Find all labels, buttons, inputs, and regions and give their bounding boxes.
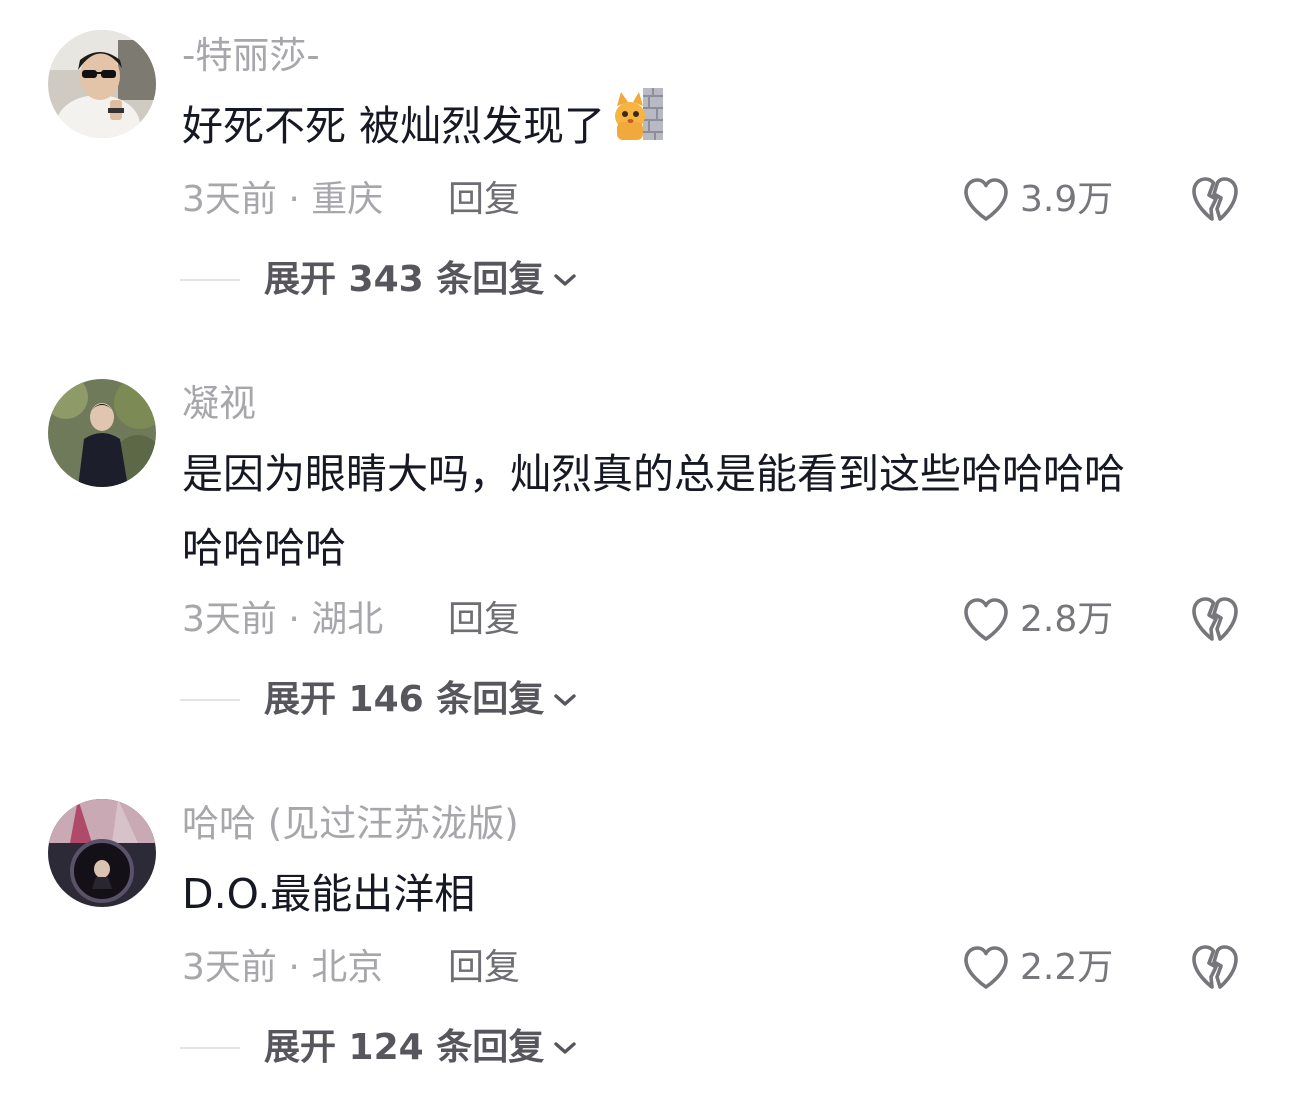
expand-replies-label: 展开 124 条回复 [264,1027,545,1068]
broken-heart-icon [1192,177,1238,221]
broken-heart-icon [1192,945,1238,989]
dislike-button[interactable] [1190,943,1240,993]
expand-replies-label: 展开 343 条回复 [264,259,545,300]
dislike-button[interactable] [1190,175,1240,225]
like-button[interactable]: 3.9万 [962,175,1113,225]
comment-text: D.O.最能出洋相 [182,857,1242,931]
like-button[interactable]: 2.2万 [962,943,1113,993]
expand-replies-button[interactable]: 展开 343 条回复 [180,258,578,302]
like-count: 2.2万 [1020,947,1114,988]
dislike-button[interactable] [1190,595,1240,645]
comment-text-line: 是因为眼睛大吗，灿烈真的总是能看到这些哈哈哈哈 [182,450,1125,498]
reply-button[interactable]: 回复 [448,178,520,222]
avatar[interactable] [48,379,156,487]
username[interactable]: 凝视 [182,382,256,426]
divider [180,279,240,281]
like-button[interactable]: 2.8万 [962,595,1113,645]
comment-text-line: 好死不死 被灿烈发现了 [182,102,606,150]
comment-meta: 3天前 · 北京 [182,947,384,988]
broken-heart-icon [1192,597,1238,641]
expand-replies-button[interactable]: 展开 124 条回复 [180,1026,578,1070]
avatar[interactable] [48,799,156,907]
username[interactable]: -特丽莎- [182,34,320,78]
expand-replies-button[interactable]: 展开 146 条回复 [180,678,578,722]
reply-button[interactable]: 回复 [448,946,520,990]
like-count: 2.8万 [1020,599,1114,640]
like-count: 3.9万 [1020,179,1114,220]
comment-text-line: D.O.最能出洋相 [182,870,476,918]
divider [180,1047,240,1049]
comment-meta: 3天前 · 重庆 [182,179,384,220]
heart-outline-icon [964,598,1008,641]
chevron-down-icon [554,694,576,706]
cat-peeking-emoji-icon [613,86,665,165]
reply-button[interactable]: 回复 [448,598,520,642]
comment-text: 好死不死 被灿烈发现了 [182,86,1242,169]
chevron-down-icon [554,1042,576,1054]
heart-outline-icon [964,178,1008,221]
username[interactable]: 哈哈 (见过汪苏泷版) [182,802,519,846]
divider [180,699,240,701]
comment-meta: 3天前 · 湖北 [182,599,384,640]
comment-text-line: 哈哈哈哈 [182,524,346,572]
expand-replies-label: 展开 146 条回复 [264,679,545,720]
heart-outline-icon [964,946,1008,989]
chevron-down-icon [554,274,576,286]
comment-text: 是因为眼睛大吗，灿烈真的总是能看到这些哈哈哈哈 哈哈哈哈 [182,437,1242,585]
avatar[interactable] [48,30,156,138]
